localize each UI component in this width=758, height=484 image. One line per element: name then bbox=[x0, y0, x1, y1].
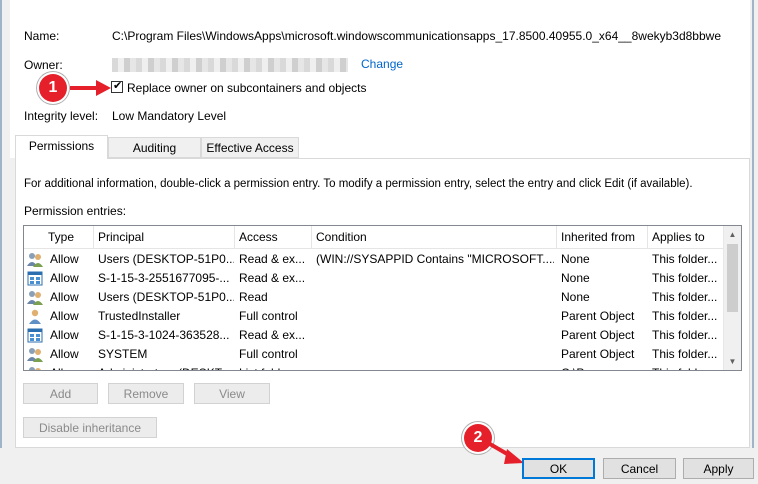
table-cell-inherited: None bbox=[561, 271, 590, 285]
table-cell-condition bbox=[316, 326, 554, 345]
table-cell-inherited: Parent Object bbox=[561, 309, 635, 323]
change-owner-link[interactable]: Change bbox=[361, 57, 403, 71]
table-cell-type: Allow bbox=[50, 347, 79, 361]
callout-1: 1 bbox=[39, 74, 67, 102]
table-cell-principal: S-1-15-3-1024-363528... bbox=[98, 328, 230, 342]
table-cell-type: Allow bbox=[50, 364, 94, 370]
table-cell-inherited: Parent Object bbox=[561, 347, 635, 361]
disable-inheritance-button[interactable]: Disable inheritance bbox=[23, 417, 157, 438]
table-cell-applies: This folder... bbox=[652, 271, 718, 285]
table-cell-type: Allow bbox=[50, 271, 79, 285]
tab-auditing[interactable]: Auditing bbox=[108, 137, 201, 158]
arrow-down-right-icon bbox=[488, 442, 524, 464]
table-cell-type: Allow bbox=[50, 252, 79, 266]
scroll-down-icon[interactable]: ▼ bbox=[724, 353, 741, 370]
integrity-label: Integrity level: bbox=[24, 109, 99, 123]
table-cell-condition: (WIN://SYSAPPID Contains "MICROSOFT.... bbox=[316, 252, 554, 266]
table-row[interactable]: Allow TrustedInstaller Full control Parent … bbox=[24, 307, 724, 326]
column-header-principal[interactable]: Principal bbox=[94, 226, 235, 248]
table-cell-inherited: None bbox=[561, 290, 590, 304]
cancel-button[interactable]: Cancel bbox=[603, 458, 676, 479]
table-cell-access: Read & ex... bbox=[239, 328, 306, 342]
table-cell-applies: This folder... bbox=[652, 290, 718, 304]
users-icon bbox=[27, 366, 43, 370]
table-cell-condition bbox=[316, 345, 554, 364]
replace-owner-label: Replace owner on subcontainers and objec… bbox=[127, 81, 367, 95]
column-header-inherited-from[interactable]: Inherited from bbox=[557, 226, 648, 248]
app-package-icon bbox=[27, 271, 43, 286]
table-cell-condition bbox=[316, 364, 554, 370]
table-cell-principal: TrustedInstaller bbox=[98, 309, 181, 323]
tab-permissions[interactable]: Permissions bbox=[15, 135, 108, 159]
tab-effective-access[interactable]: Effective Access bbox=[201, 137, 299, 158]
table-cell-principal: Users (DESKTOP-51P0... bbox=[98, 252, 234, 266]
table-row[interactable]: Allow S-1-15-3-1024-363528... Read & ex...… bbox=[24, 326, 724, 345]
column-header-access[interactable]: Access bbox=[235, 226, 312, 248]
table-cell-type: Allow bbox=[50, 290, 79, 304]
table-cell-access: Full control bbox=[239, 347, 298, 361]
permission-entries-table[interactable]: Type Principal Access Condition Inherite… bbox=[23, 225, 742, 371]
add-button[interactable]: Add bbox=[23, 383, 98, 404]
table-header: Type Principal Access Condition Inherite… bbox=[24, 226, 724, 249]
table-cell-applies: This folder... bbox=[652, 252, 718, 266]
column-header-type[interactable]: Type bbox=[44, 226, 94, 248]
replace-owner-checkbox[interactable]: ✔ bbox=[111, 80, 123, 93]
remove-button[interactable]: Remove bbox=[108, 383, 184, 404]
integrity-value: Low Mandatory Level bbox=[112, 109, 227, 123]
table-cell-access: Read bbox=[239, 290, 268, 304]
header-area bbox=[10, 0, 750, 158]
table-cell-inherited: Parent Object bbox=[561, 328, 635, 342]
table-cell-principal: SYSTEM bbox=[98, 347, 148, 361]
table-cell-condition bbox=[316, 288, 554, 307]
view-button[interactable]: View bbox=[194, 383, 270, 404]
apply-button[interactable]: Apply bbox=[683, 458, 754, 479]
user-icon bbox=[27, 309, 43, 324]
table-cell-access: List folder... bbox=[239, 364, 311, 370]
owner-value-redacted bbox=[112, 58, 348, 72]
table-cell-inherited: C:\Program... bbox=[561, 364, 647, 370]
table-row[interactable]: Allow S-1-15-3-2551677095-... Read & ex...… bbox=[24, 269, 724, 288]
table-cell-applies: This folder... bbox=[652, 347, 718, 361]
table-cell-access: Read & ex... bbox=[239, 271, 306, 285]
table-cell-access: Full control bbox=[239, 309, 298, 323]
table-row[interactable]: Allow Users (DESKTOP-51P0... Read & ex... (… bbox=[24, 250, 724, 269]
users-icon bbox=[27, 347, 43, 362]
vertical-scrollbar[interactable]: ▲ ▼ bbox=[723, 226, 741, 370]
users-icon bbox=[27, 252, 43, 267]
table-row[interactable]: Allow SYSTEM Full control Parent Object This… bbox=[24, 345, 724, 364]
table-row[interactable]: Allow Administrators (DESKT... List folder… bbox=[24, 364, 724, 370]
table-cell-type: Allow bbox=[50, 309, 79, 323]
scrollbar-thumb[interactable] bbox=[727, 244, 738, 312]
table-cell-principal: Administrators (DESKT... bbox=[98, 364, 234, 370]
name-label: Name: bbox=[24, 29, 60, 43]
entries-label: Permission entries: bbox=[24, 204, 127, 218]
column-header-condition[interactable]: Condition bbox=[312, 226, 557, 248]
table-cell-applies: This folder... bbox=[652, 328, 718, 342]
users-icon bbox=[27, 290, 43, 305]
checkmark-icon: ✔ bbox=[113, 80, 123, 92]
table-row[interactable]: Allow Users (DESKTOP-51P0... Read None This … bbox=[24, 288, 724, 307]
table-cell-principal: Users (DESKTOP-51P0... bbox=[98, 290, 234, 304]
ok-button[interactable]: OK bbox=[522, 458, 595, 479]
table-cell-condition bbox=[316, 307, 554, 326]
info-text: For additional information, double-click… bbox=[24, 178, 693, 190]
table-cell-type: Allow bbox=[50, 328, 79, 342]
table-cell-access: Read & ex... bbox=[239, 252, 306, 266]
name-value: C:\Program Files\WindowsApps\microsoft.w… bbox=[112, 29, 721, 43]
table-cell-applies: This folder... bbox=[652, 364, 724, 370]
column-header-applies-to[interactable]: Applies to bbox=[648, 226, 724, 248]
table-cell-principal: S-1-15-3-2551677095-... bbox=[98, 271, 230, 285]
owner-label: Owner: bbox=[24, 58, 63, 72]
app-package-icon bbox=[27, 328, 43, 343]
table-cell-applies: This folder... bbox=[652, 309, 718, 323]
table-cell-condition bbox=[316, 269, 554, 288]
scroll-up-icon[interactable]: ▲ bbox=[724, 226, 741, 243]
arrow-right-icon bbox=[70, 80, 111, 96]
table-cell-inherited: None bbox=[561, 252, 590, 266]
